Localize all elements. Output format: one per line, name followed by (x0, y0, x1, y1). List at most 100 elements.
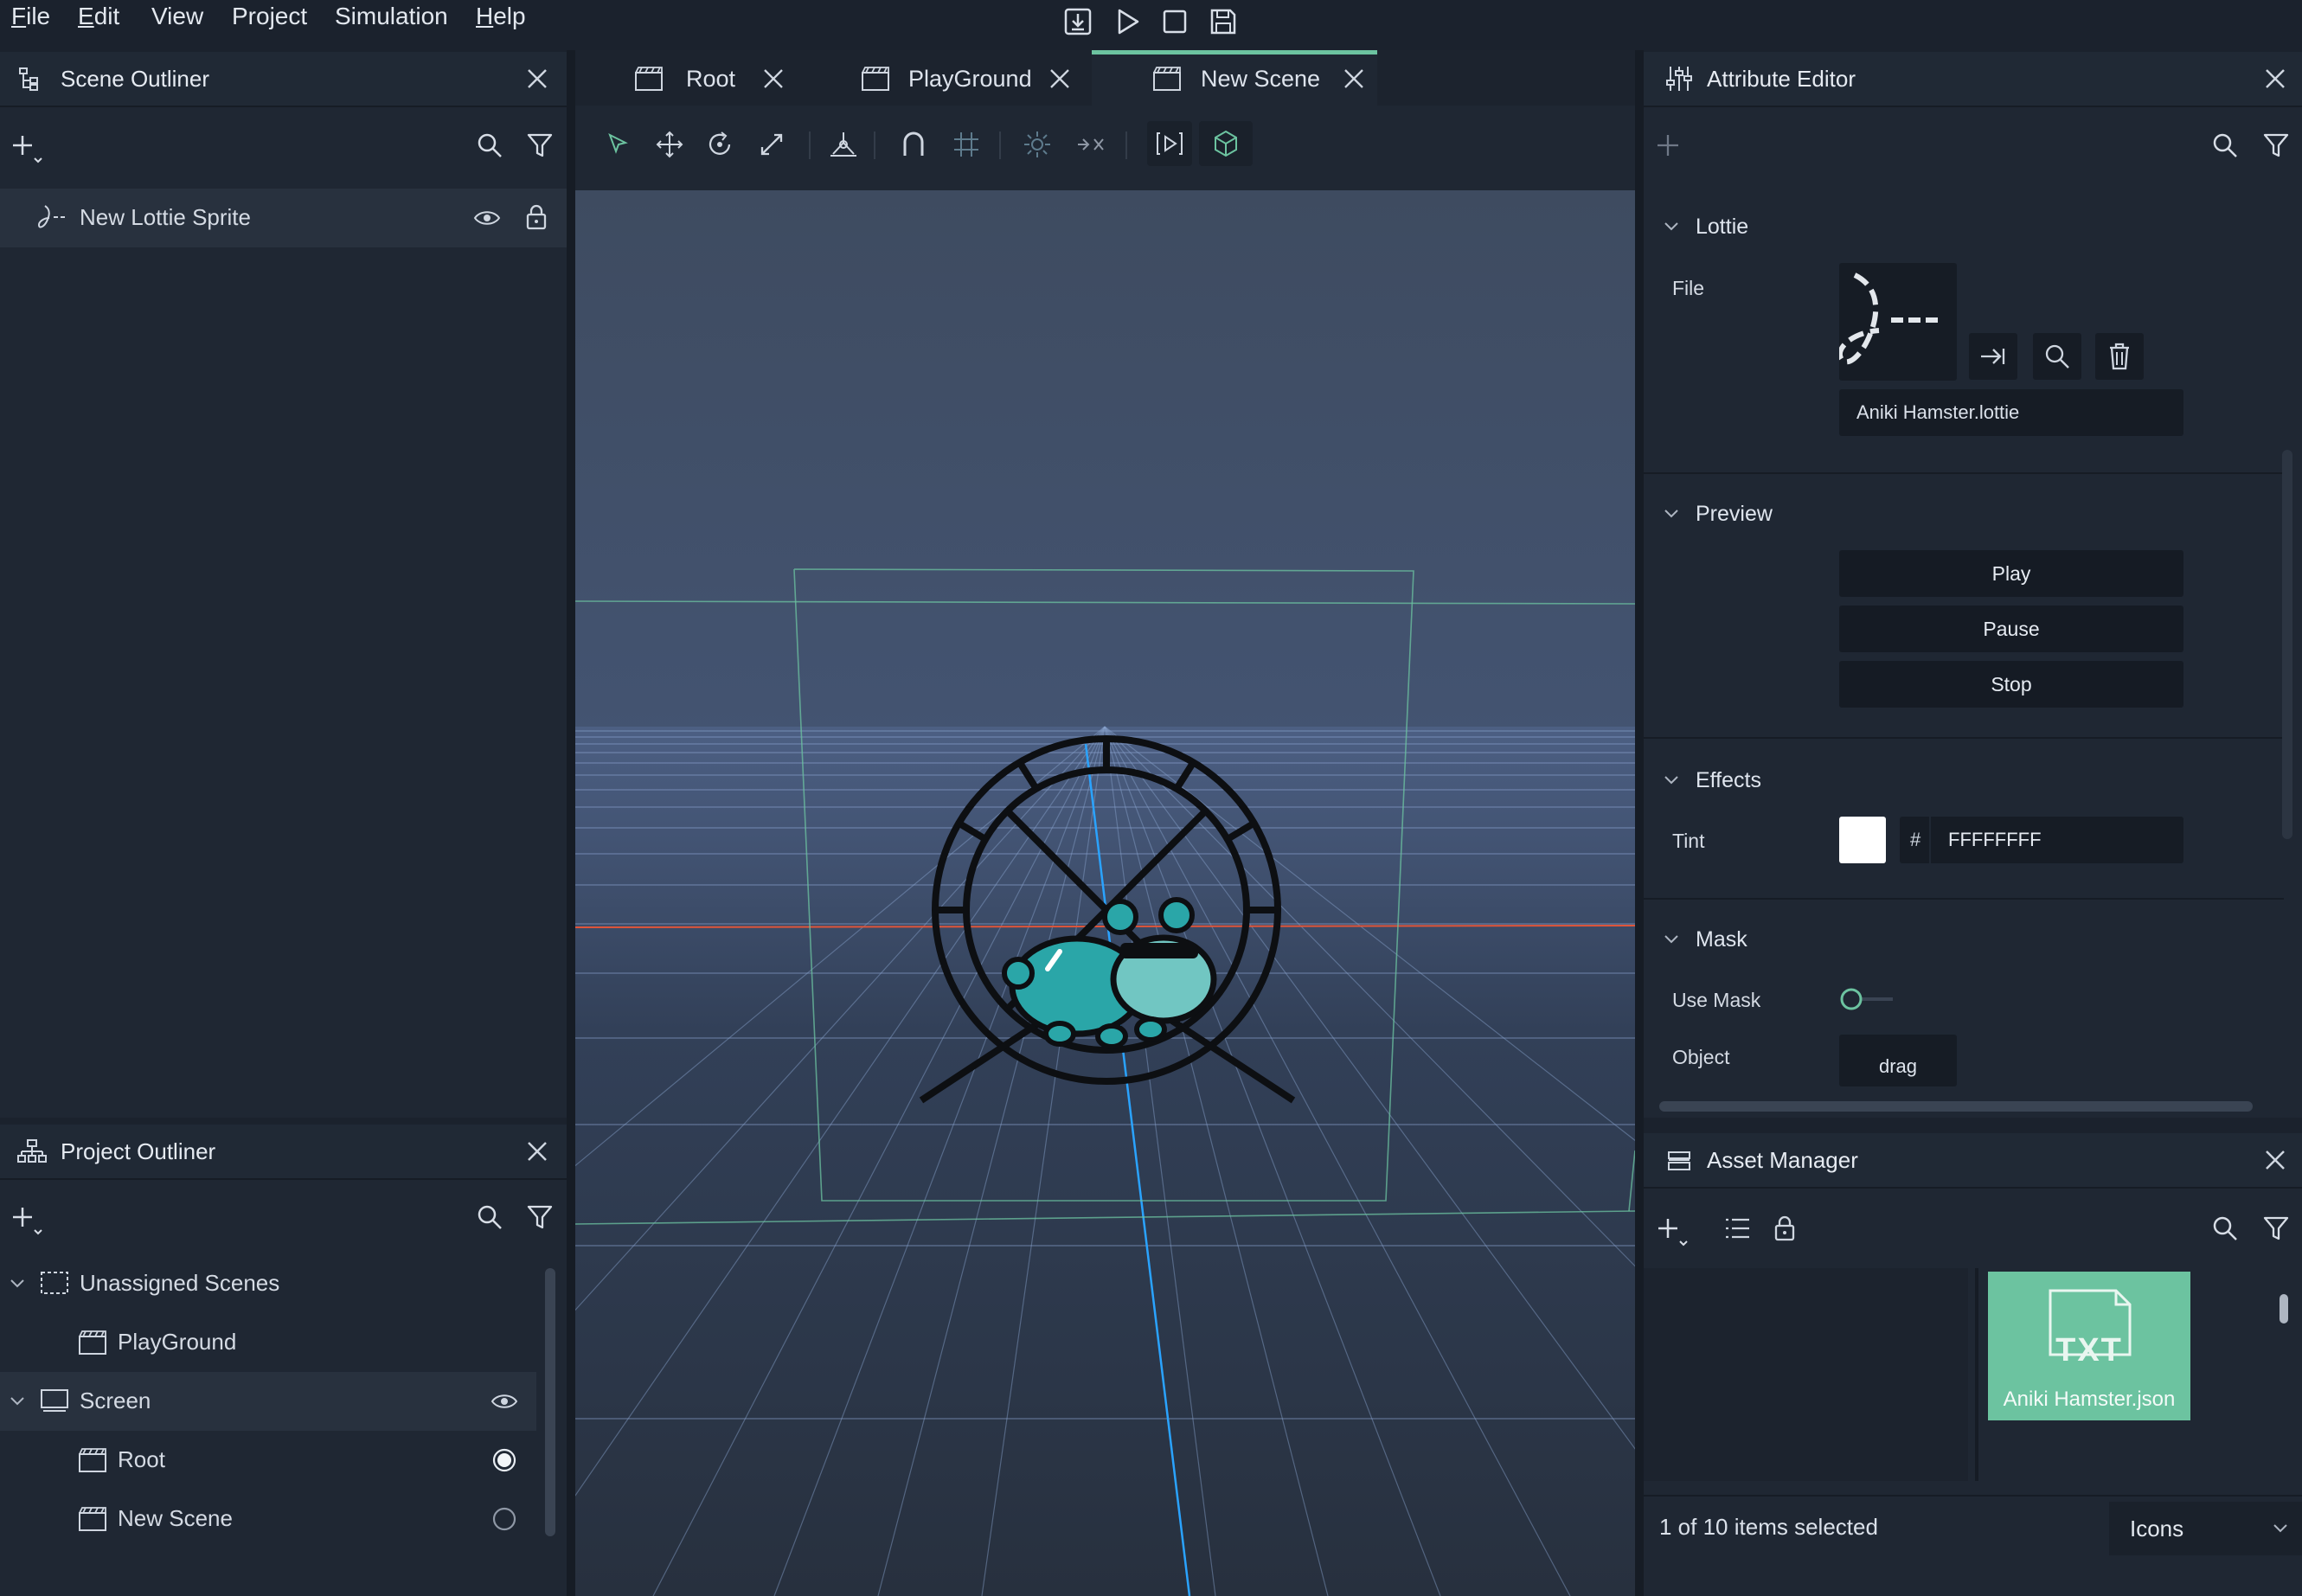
scrollbar[interactable] (545, 1268, 555, 1536)
grid-tool-icon[interactable] (952, 130, 980, 159)
search-icon[interactable] (2211, 131, 2239, 159)
project-outliner-header: Project Outliner (0, 1125, 567, 1180)
asset-folder-tree[interactable] (1644, 1268, 1968, 1481)
tint-color-swatch[interactable] (1839, 817, 1886, 863)
close-icon[interactable] (762, 67, 785, 90)
asset-tile-aniki-hamster[interactable]: TXT Aniki Hamster.json (1988, 1272, 2190, 1420)
close-icon[interactable] (2263, 1148, 2287, 1172)
asset-stack-icon (1666, 1148, 1692, 1174)
tab-playground[interactable]: PlayGround (861, 52, 1120, 106)
use-mask-label: Use Mask (1672, 989, 1761, 1011)
tree-label: Screen (80, 1388, 151, 1413)
transform-tool-icon[interactable] (1075, 130, 1106, 159)
play-icon[interactable] (1111, 5, 1144, 38)
preview-pause-button[interactable]: Pause (1839, 606, 2183, 652)
close-icon[interactable] (1343, 67, 1365, 90)
menu-file[interactable]: File (11, 0, 50, 35)
save-icon[interactable] (1207, 5, 1240, 38)
eye-icon[interactable] (491, 1389, 518, 1413)
file-name-field[interactable]: Aniki Hamster.lottie (1839, 389, 2183, 436)
tree-row-new-scene[interactable]: New Scene (0, 1490, 536, 1548)
horizontal-scrollbar[interactable] (1659, 1101, 2253, 1112)
search-icon[interactable] (2211, 1215, 2239, 1242)
filter-icon[interactable] (2262, 1215, 2290, 1242)
tab-new-scene[interactable]: New Scene (1092, 50, 1377, 106)
preview-play-button[interactable]: Play (1839, 550, 2183, 597)
tree-row-screen[interactable]: Screen (0, 1372, 536, 1431)
export-icon[interactable] (1061, 5, 1094, 38)
search-icon[interactable] (476, 131, 503, 159)
scene-outliner-title: Scene Outliner (61, 66, 209, 92)
attribute-editor-title: Attribute Editor (1707, 66, 1856, 92)
asset-splitter[interactable] (1975, 1268, 1978, 1481)
radio-selected-icon[interactable] (491, 1447, 517, 1473)
tab-root[interactable]: Root (634, 52, 850, 106)
tree-row-playground[interactable]: PlayGround (0, 1313, 536, 1372)
move-tool-icon[interactable] (655, 130, 684, 159)
selection-status: 1 of 10 items selected (1659, 1514, 1878, 1540)
select-tool-icon[interactable] (603, 130, 632, 159)
mask-object-dropzone[interactable]: drag (1839, 1035, 1957, 1086)
3d-view-tool-icon[interactable] (1199, 121, 1253, 166)
add-icon[interactable] (1655, 132, 1681, 158)
chevron-down-icon[interactable] (9, 1275, 26, 1292)
chevron-down-icon[interactable] (1663, 772, 1680, 789)
asset-scrollbar[interactable] (2280, 1294, 2288, 1324)
preview-stop-button[interactable]: Stop (1839, 661, 2183, 708)
add-icon[interactable] (10, 1204, 45, 1239)
search-icon[interactable] (2033, 333, 2081, 380)
scale-tool-icon[interactable] (757, 130, 786, 159)
section-divider (1644, 737, 2284, 739)
stop-icon[interactable] (1158, 5, 1191, 38)
menu-view[interactable]: View (151, 0, 203, 35)
close-icon[interactable] (525, 1139, 549, 1163)
add-icon[interactable] (1656, 1215, 1692, 1250)
viewport-toolbar (575, 106, 1635, 185)
chevron-down-icon[interactable] (1663, 218, 1680, 235)
light-tool-icon[interactable] (1023, 130, 1052, 159)
chevron-down-icon[interactable] (9, 1393, 26, 1410)
radio-empty-icon[interactable] (491, 1506, 517, 1532)
lock-icon[interactable] (1773, 1215, 1796, 1242)
eye-icon[interactable] (473, 206, 501, 230)
filter-icon[interactable] (2262, 131, 2290, 159)
list-view-icon[interactable] (1723, 1215, 1751, 1241)
close-icon[interactable] (1048, 67, 1071, 90)
magnet-tool-icon[interactable] (901, 130, 927, 159)
tree-row-root[interactable]: Root (0, 1431, 536, 1490)
splitter[interactable] (1635, 50, 1644, 1596)
tree-row-unassigned-scenes[interactable]: Unassigned Scenes (0, 1254, 536, 1313)
chevron-down-icon[interactable] (1663, 505, 1680, 522)
add-icon[interactable] (10, 132, 45, 167)
menu-simulation[interactable]: Simulation (335, 0, 448, 35)
lock-icon[interactable] (525, 203, 548, 231)
tint-hex-input[interactable]: # FFFFFFFF (1900, 817, 2183, 863)
search-icon[interactable] (476, 1203, 503, 1231)
trash-icon[interactable] (2095, 333, 2144, 380)
vertical-scrollbar[interactable] (2282, 450, 2292, 839)
rotate-tool-icon[interactable] (705, 130, 734, 159)
scene-item-lottie-sprite[interactable]: New Lottie Sprite (0, 189, 567, 247)
jump-to-icon[interactable] (1969, 333, 2017, 380)
menu-help[interactable]: Help (476, 0, 526, 35)
close-icon[interactable] (2263, 67, 2287, 91)
scene-canvas[interactable] (575, 190, 1635, 1596)
chevron-down-icon[interactable] (1663, 931, 1680, 948)
view-mode-select[interactable]: Icons (2109, 1502, 2302, 1555)
pivot-tool-icon[interactable] (828, 130, 859, 159)
menu-project[interactable]: Project (232, 0, 307, 35)
menu-edit[interactable]: Edit (78, 0, 119, 35)
lottie-file-thumbnail[interactable] (1839, 263, 1957, 381)
close-icon[interactable] (525, 67, 549, 91)
tree-label: New Scene (118, 1505, 233, 1531)
file-label: File (1672, 277, 1705, 299)
play-scene-tool-icon[interactable] (1147, 121, 1192, 166)
scene-clapper-icon (78, 1330, 107, 1356)
splitter[interactable] (567, 50, 575, 1596)
filter-icon[interactable] (526, 1203, 554, 1231)
scene-clapper-icon (78, 1447, 107, 1473)
use-mask-toggle[interactable] (1839, 986, 1895, 1012)
filter-icon[interactable] (526, 131, 554, 159)
toolbar-divider (874, 131, 875, 159)
scene-clapper-icon (1152, 66, 1182, 92)
